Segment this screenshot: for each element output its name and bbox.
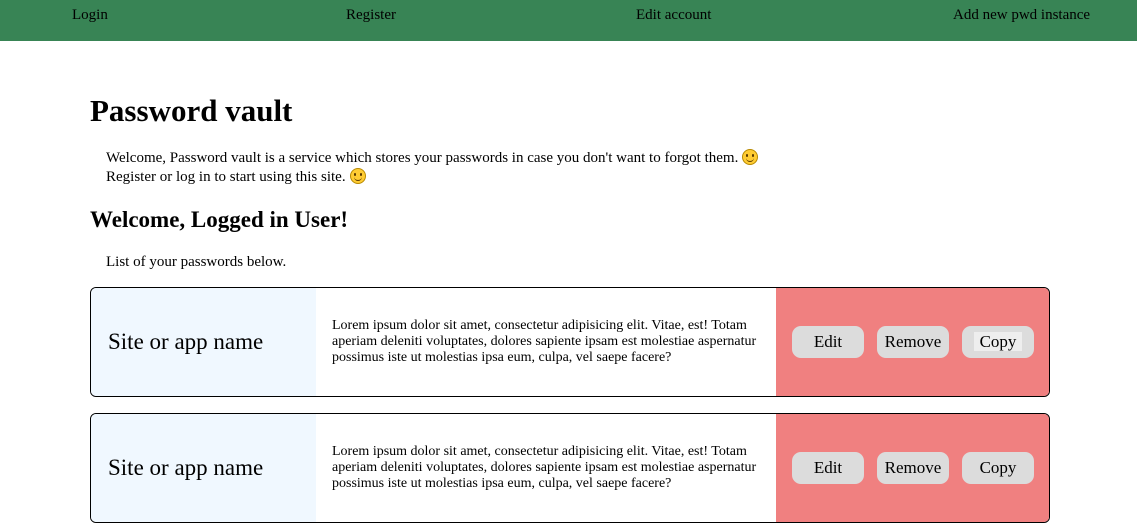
remove-button[interactable]: Remove	[877, 452, 949, 484]
remove-button[interactable]: Remove	[877, 326, 949, 358]
copy-button[interactable]: Copy	[962, 452, 1034, 484]
site-name: Site or app name	[91, 288, 316, 396]
edit-button[interactable]: Edit	[792, 452, 864, 484]
card-actions: Edit Remove Copy	[776, 414, 1049, 522]
site-description: Lorem ipsum dolor sit amet, consectetur …	[332, 288, 762, 396]
card-actions: Edit Remove Copy	[776, 288, 1049, 396]
nav-login-link[interactable]: Login	[72, 7, 108, 24]
site-name: Site or app name	[91, 414, 316, 522]
top-navbar: Login Register Edit account Add new pwd …	[0, 0, 1137, 41]
edit-button[interactable]: Edit	[792, 326, 864, 358]
site-description-text: Lorem ipsum dolor sit amet, consectetur …	[332, 318, 757, 365]
site-description: Lorem ipsum dolor sit amet, consectetur …	[332, 414, 762, 522]
nav-register-link[interactable]: Register	[346, 7, 396, 24]
welcome-heading: Welcome, Logged in User!	[90, 207, 349, 232]
intro-line-1: Welcome, Password vault is a service whi…	[106, 150, 739, 166]
intro-text: Welcome, Password vault is a service whi…	[106, 149, 759, 187]
nav-edit-account-link[interactable]: Edit account	[636, 7, 711, 24]
smiling-face-icon	[742, 149, 759, 165]
copy-button-label: Copy	[973, 332, 1023, 351]
site-description-text: Lorem ipsum dolor sit amet, consectetur …	[332, 444, 757, 491]
page-title: Password vault	[90, 93, 293, 128]
nav-add-new-pwd-link[interactable]: Add new pwd instance	[953, 7, 1090, 24]
password-card: Site or app name Lorem ipsum dolor sit a…	[90, 413, 1050, 523]
smiling-face-icon	[349, 168, 366, 184]
password-card: Site or app name Lorem ipsum dolor sit a…	[90, 287, 1050, 397]
copy-button[interactable]: Copy	[962, 326, 1034, 358]
intro-line-2: Register or log in to start using this s…	[106, 169, 346, 185]
password-list-intro: List of your passwords below.	[106, 254, 287, 270]
